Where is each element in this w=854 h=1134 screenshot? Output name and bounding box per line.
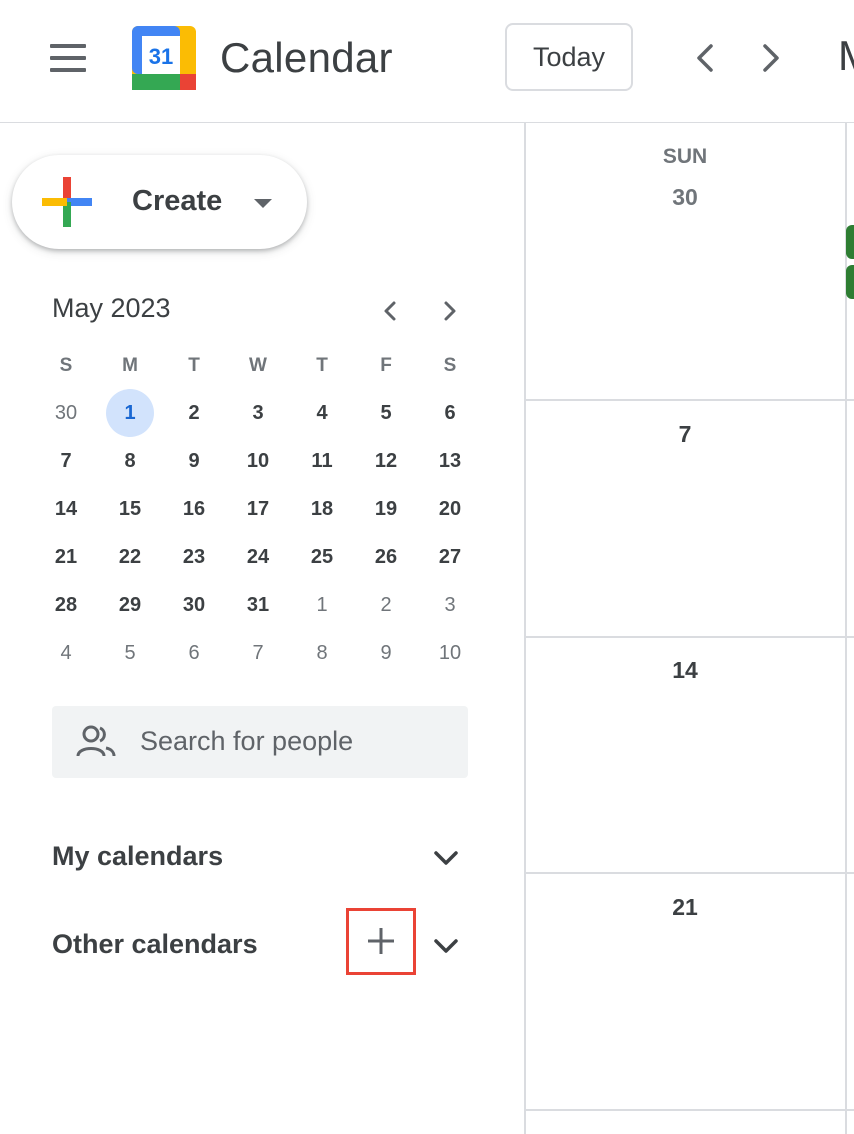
top-app-bar: 31 Calendar Today M: [0, 0, 854, 123]
mini-calendar-next-chevron-right-icon[interactable]: [434, 295, 466, 327]
next-period-chevron-right-icon[interactable]: [750, 38, 790, 78]
mini-calendar-day[interactable]: 4: [290, 389, 354, 437]
my-calendars-label[interactable]: My calendars: [52, 841, 223, 872]
mini-calendar-day[interactable]: 4: [34, 629, 98, 677]
mini-calendar-day[interactable]: 9: [162, 437, 226, 485]
mini-calendar-day[interactable]: 25: [290, 533, 354, 581]
mini-calendar-day[interactable]: 15: [98, 485, 162, 533]
create-dropdown-caret-icon[interactable]: [254, 199, 272, 208]
mini-calendar-day[interactable]: 18: [290, 485, 354, 533]
mini-calendar-week: 4 5 6 7 8 9 10: [34, 629, 482, 677]
mini-calendar-day[interactable]: 28: [34, 581, 98, 629]
today-day-number: 1: [124, 401, 136, 424]
mini-calendar-day[interactable]: 22: [98, 533, 162, 581]
grid-row-divider: [526, 1109, 854, 1111]
menu-icon-bar: [50, 56, 86, 60]
add-other-calendars-button[interactable]: [346, 908, 416, 975]
mini-calendar-title: May 2023: [52, 293, 171, 323]
mini-calendar-day[interactable]: 10: [226, 437, 290, 485]
mini-calendar-day[interactable]: 6: [162, 629, 226, 677]
period-title-partial: M: [838, 32, 854, 80]
mini-calendar-day[interactable]: 7: [34, 437, 98, 485]
mini-calendar-day[interactable]: 20: [418, 485, 482, 533]
search-people-input[interactable]: Search for people: [52, 706, 468, 778]
my-calendars-chevron-down-icon[interactable]: [431, 843, 461, 873]
grid-row-divider: [526, 872, 854, 874]
mini-calendar-day-today[interactable]: 1: [98, 389, 162, 437]
weekday-label: W: [249, 355, 267, 376]
mini-calendar-week: 7 8 9 10 11 12 13: [34, 437, 482, 485]
create-button[interactable]: Create: [12, 155, 307, 249]
day-number-cell[interactable]: 21: [526, 894, 844, 921]
mini-calendar-day[interactable]: 27: [418, 533, 482, 581]
day-number-cell[interactable]: 30: [526, 184, 844, 211]
today-button[interactable]: Today: [505, 23, 633, 91]
weekday-label: S: [59, 355, 73, 376]
mini-calendar-day[interactable]: 13: [418, 437, 482, 485]
grid-row-divider: [526, 636, 854, 638]
other-calendars-label[interactable]: Other calendars: [52, 929, 258, 960]
main-menu-button[interactable]: [44, 36, 92, 80]
mini-calendar-day[interactable]: 29: [98, 581, 162, 629]
menu-icon-bar: [50, 44, 86, 48]
mini-calendar-day[interactable]: 7: [226, 629, 290, 677]
day-number-cell[interactable]: 14: [526, 657, 844, 684]
mini-calendar-week: 14 15 16 17 18 19 20: [34, 485, 482, 533]
mini-calendar-day[interactable]: 1: [290, 581, 354, 629]
menu-icon-bar: [50, 68, 86, 72]
mini-calendar-day[interactable]: 6: [418, 389, 482, 437]
search-people-placeholder: Search for people: [140, 726, 354, 756]
create-plus-icon: [42, 177, 92, 227]
mini-calendar-day[interactable]: 16: [162, 485, 226, 533]
weekday-label: S: [443, 355, 457, 376]
create-button-label: Create: [132, 185, 223, 217]
mini-calendar-day[interactable]: 3: [418, 581, 482, 629]
weekday-label: T: [188, 355, 200, 376]
mini-calendar-day[interactable]: 23: [162, 533, 226, 581]
mini-calendar-day[interactable]: 8: [98, 437, 162, 485]
weekday-label: T: [316, 355, 328, 376]
mini-calendar-day[interactable]: 5: [354, 389, 418, 437]
day-of-week-header: SUN: [662, 145, 708, 168]
event-chip[interactable]: [846, 225, 854, 259]
mini-calendar-day[interactable]: 30: [34, 389, 98, 437]
weekday-label: M: [122, 355, 138, 376]
mini-calendar-day[interactable]: 11: [290, 437, 354, 485]
mini-calendar-day[interactable]: 21: [34, 533, 98, 581]
people-icon: [76, 725, 116, 757]
mini-calendar-week: 30 1 2 3 4 5 6: [34, 389, 482, 437]
day-number-cell[interactable]: 7: [526, 421, 844, 448]
mini-calendar-day[interactable]: 24: [226, 533, 290, 581]
mini-calendar-day[interactable]: 2: [162, 389, 226, 437]
mini-calendar-day[interactable]: 5: [98, 629, 162, 677]
mini-calendar-prev-chevron-left-icon[interactable]: [374, 295, 406, 327]
mini-calendar-day[interactable]: 30: [162, 581, 226, 629]
event-chip[interactable]: [846, 265, 854, 299]
mini-calendar-day[interactable]: 26: [354, 533, 418, 581]
mini-calendar-day[interactable]: 3: [226, 389, 290, 437]
mini-calendar-day[interactable]: 2: [354, 581, 418, 629]
mini-calendar-day[interactable]: 19: [354, 485, 418, 533]
logo-number: 31: [149, 44, 173, 69]
other-calendars-chevron-down-icon[interactable]: [431, 931, 461, 961]
mini-calendar-day[interactable]: 31: [226, 581, 290, 629]
mini-calendar-day[interactable]: 17: [226, 485, 290, 533]
mini-calendar-day[interactable]: 8: [290, 629, 354, 677]
weekday-label: F: [380, 355, 392, 376]
sidebar: Create May 2023 S M T W T F S 30 1 2 3 4…: [0, 123, 524, 1134]
previous-period-chevron-left-icon[interactable]: [686, 38, 726, 78]
mini-calendar-day[interactable]: 14: [34, 485, 98, 533]
mini-calendar-day[interactable]: 10: [418, 629, 482, 677]
mini-calendar-week: 21 22 23 24 25 26 27: [34, 533, 482, 581]
mini-calendar-grid: S M T W T F S 30 1 2 3 4 5 6 7 8 9 10 11…: [34, 343, 482, 677]
mini-calendar-day[interactable]: 12: [354, 437, 418, 485]
mini-calendar-week: 28 29 30 31 1 2 3: [34, 581, 482, 629]
month-grid: [524, 123, 854, 1134]
mini-calendar-weekday-row: S M T W T F S: [34, 343, 482, 389]
grid-row-divider: [526, 399, 854, 401]
app-title: Calendar: [220, 34, 393, 81]
plus-icon: [368, 928, 394, 954]
mini-calendar-day[interactable]: 9: [354, 629, 418, 677]
calendar-logo-icon[interactable]: 31: [132, 26, 196, 90]
